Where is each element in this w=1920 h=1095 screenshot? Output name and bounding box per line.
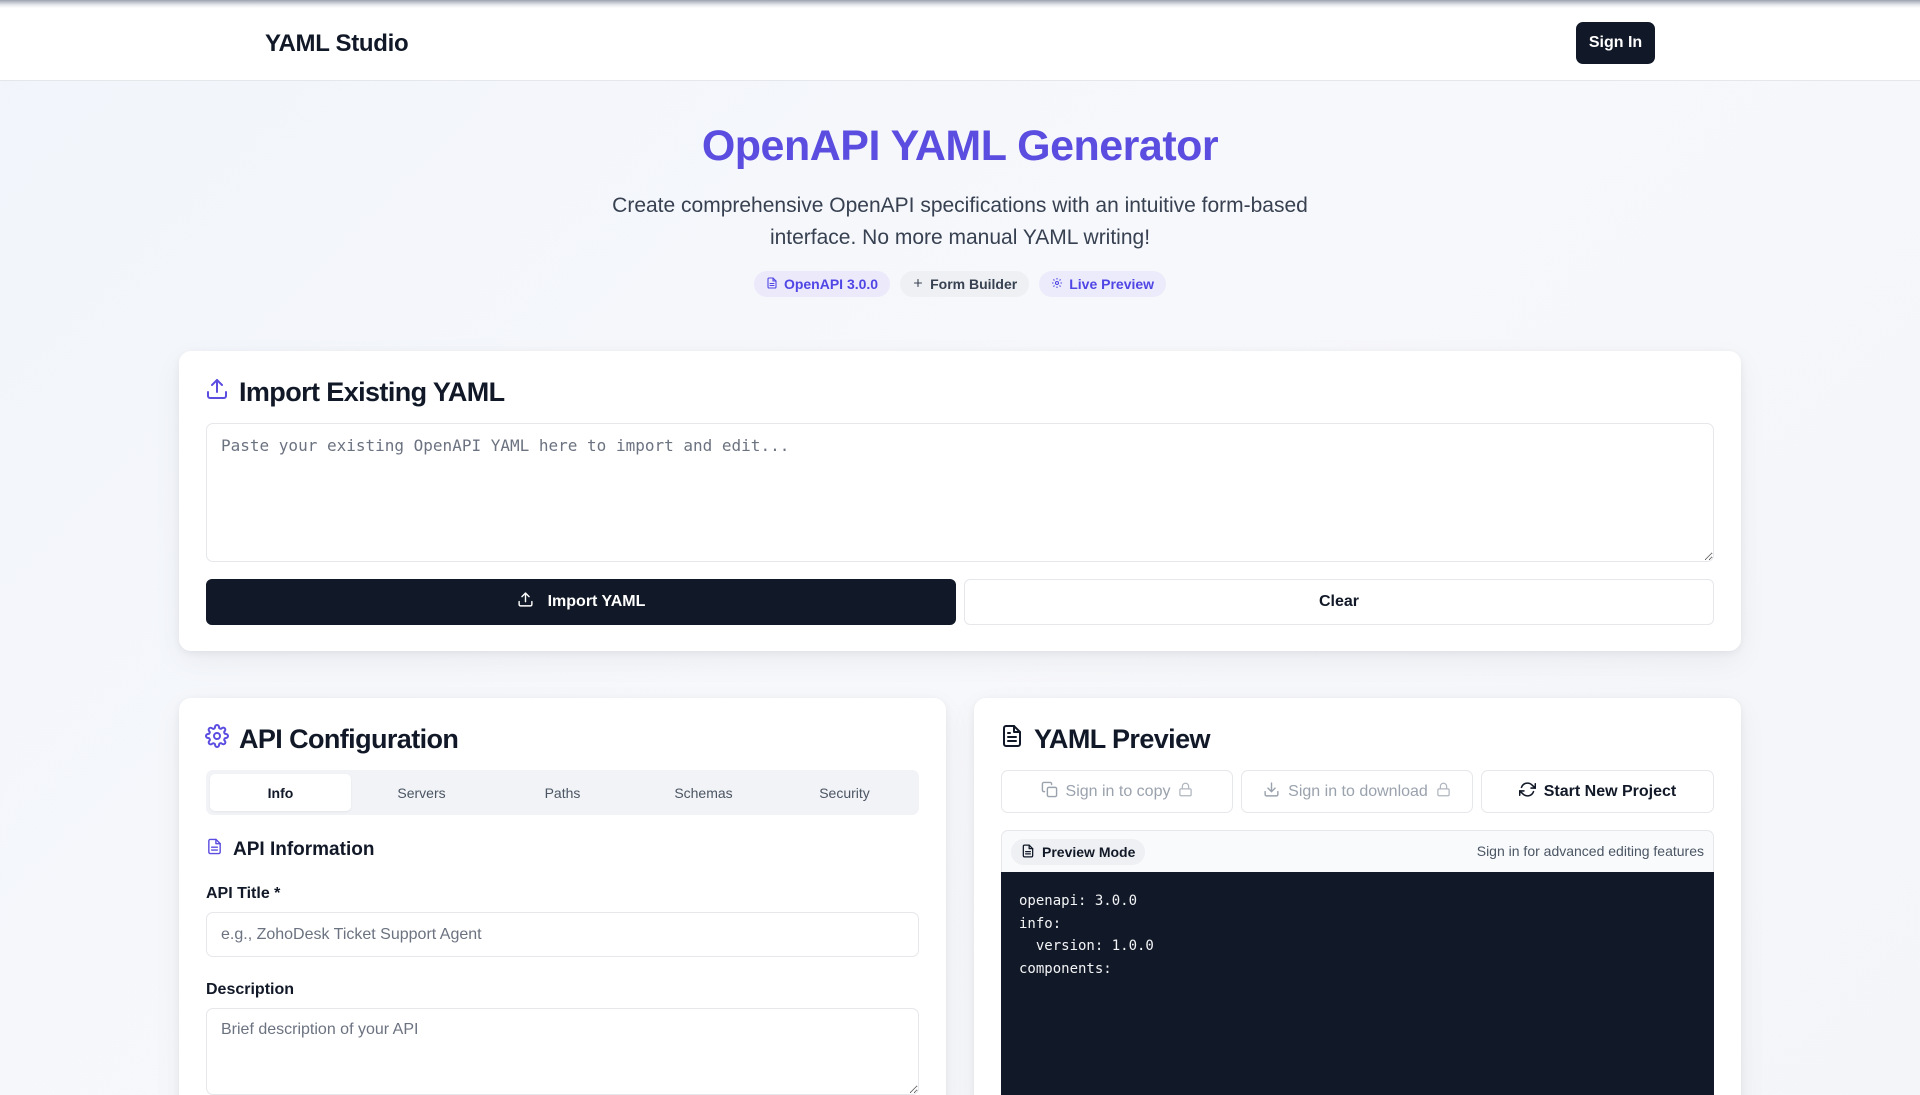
- badge-form-builder: Form Builder: [900, 271, 1030, 297]
- upload-icon: [205, 377, 229, 408]
- badge-openapi-version: OpenAPI 3.0.0: [753, 271, 891, 297]
- yaml-code: openapi: 3.0.0 info: version: 1.0.0 comp…: [1019, 893, 1154, 977]
- sign-in-button[interactable]: Sign In: [1576, 22, 1655, 64]
- document-icon: [206, 838, 223, 861]
- page-title: OpenAPI YAML Generator: [701, 122, 1219, 170]
- download-button[interactable]: Sign in to download: [1241, 770, 1473, 813]
- subtitle-line-2: interface. No more manual YAML writing!: [769, 226, 1151, 249]
- start-new-project-button[interactable]: Start New Project: [1481, 770, 1714, 813]
- lock-icon: [1178, 782, 1193, 802]
- feature-badges: OpenAPI 3.0.0 Form Builder Live Preview: [0, 271, 1920, 297]
- upload-icon: [517, 591, 534, 613]
- navbar: YAML Studio Sign In: [0, 8, 1920, 81]
- tab-schemas[interactable]: Schemas: [633, 774, 774, 811]
- badge-live-preview: Live Preview: [1039, 271, 1167, 297]
- start-new-project-label: Start New Project: [1543, 782, 1677, 800]
- page-subtitle: Create comprehensive OpenAPI specificati…: [600, 190, 1320, 254]
- api-configuration-card: API Configuration Info Servers Paths Sch…: [179, 698, 946, 1095]
- subtitle-line-1: Create comprehensive OpenAPI specificati…: [612, 194, 1308, 217]
- config-card-title-text: API Configuration: [239, 724, 459, 754]
- yaml-code-view[interactable]: openapi: 3.0.0 info: version: 1.0.0 comp…: [1001, 872, 1714, 1095]
- import-yaml-card: Import Existing YAML Import YAML Clear: [179, 351, 1741, 651]
- copy-icon: [1041, 781, 1058, 803]
- brand-logo-text[interactable]: YAML Studio: [265, 30, 409, 58]
- tab-security[interactable]: Security: [774, 774, 915, 811]
- badge-label: Live Preview: [1069, 276, 1155, 292]
- download-label: Sign in to download: [1288, 782, 1428, 800]
- tab-info[interactable]: Info: [210, 774, 351, 811]
- import-yaml-button[interactable]: Import YAML: [206, 579, 956, 625]
- copy-button[interactable]: Sign in to copy: [1001, 770, 1233, 813]
- description-label: Description: [206, 981, 295, 998]
- tab-servers[interactable]: Servers: [351, 774, 492, 811]
- advanced-editing-hint: Sign in for advanced editing features: [1476, 843, 1704, 859]
- api-title-input[interactable]: [206, 912, 919, 957]
- plus-icon: [912, 276, 924, 292]
- yaml-preview-card: YAML Preview Sign in to copy Sign in to …: [974, 698, 1741, 1095]
- description-textarea[interactable]: [206, 1008, 919, 1095]
- import-card-title: Import Existing YAML: [205, 377, 505, 408]
- preview-toolbar: Preview Mode Sign in for advanced editin…: [1001, 830, 1714, 872]
- badge-label: Form Builder: [930, 276, 1018, 292]
- yaml-import-textarea[interactable]: [206, 423, 1714, 562]
- section-title-text: API Information: [233, 838, 375, 860]
- config-tabs: Info Servers Paths Schemas Security: [206, 770, 919, 815]
- clear-button[interactable]: Clear: [964, 579, 1714, 625]
- gear-icon: [1051, 276, 1063, 292]
- import-card-title-text: Import Existing YAML: [239, 377, 505, 407]
- import-button-label: Import YAML: [547, 593, 646, 610]
- preview-card-title: YAML Preview: [1000, 724, 1211, 755]
- lock-icon: [1436, 782, 1451, 802]
- settings-icon: [205, 724, 229, 755]
- refresh-icon: [1518, 781, 1536, 803]
- browser-top-shadow: [0, 0, 1920, 8]
- preview-card-title-text: YAML Preview: [1034, 724, 1211, 754]
- download-icon: [1263, 781, 1280, 803]
- api-information-heading: API Information: [206, 838, 374, 861]
- document-icon: [1000, 724, 1024, 755]
- preview-mode-label: Preview Mode: [1042, 844, 1136, 860]
- document-icon: [766, 276, 778, 292]
- document-icon: [1021, 844, 1035, 861]
- api-title-label: API Title *: [206, 885, 281, 902]
- tab-paths[interactable]: Paths: [492, 774, 633, 811]
- config-card-title: API Configuration: [205, 724, 459, 755]
- preview-mode-badge: Preview Mode: [1011, 839, 1146, 865]
- copy-label: Sign in to copy: [1065, 782, 1171, 800]
- badge-label: OpenAPI 3.0.0: [783, 276, 879, 292]
